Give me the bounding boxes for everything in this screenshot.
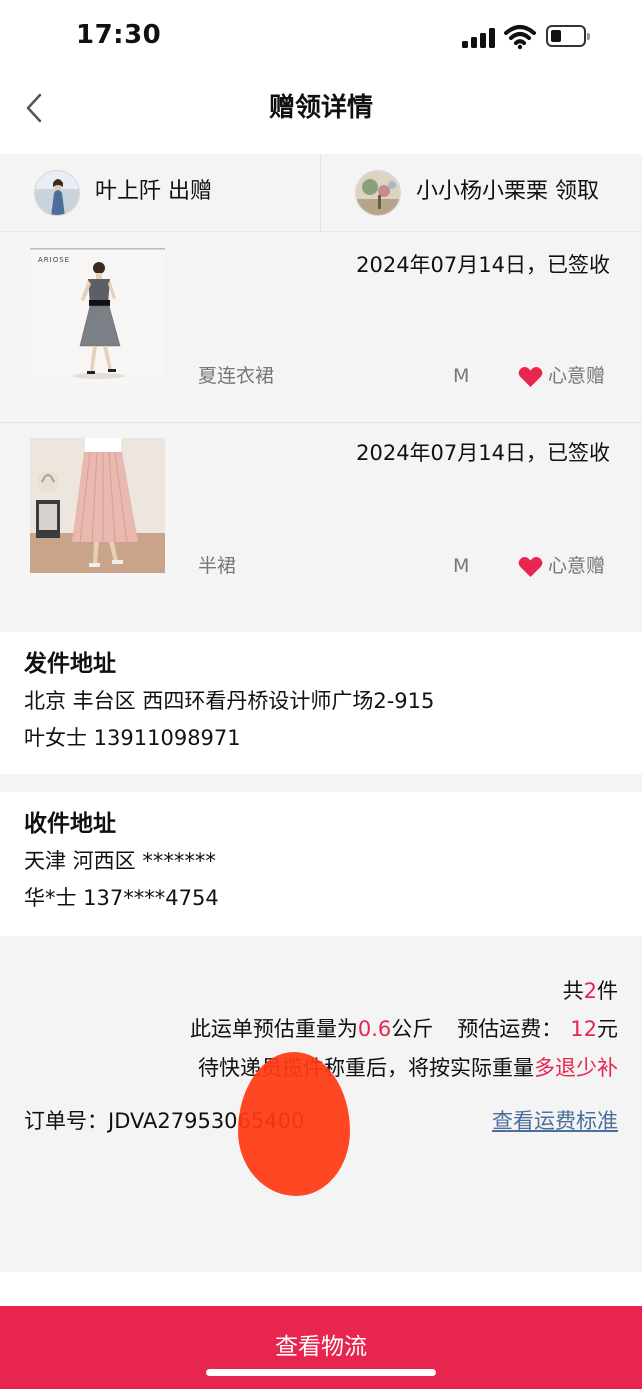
sender-address-line: 北京 丰台区 西四环看丹桥设计师广场2-915 (24, 689, 435, 713)
fee-value: 12 (570, 1017, 597, 1041)
receiver-label: 小小杨小栗栗 领取 (416, 179, 599, 204)
product-tag: 心意赠 (548, 365, 606, 387)
item-count-value: 2 (583, 979, 597, 1003)
wifi-icon (504, 25, 536, 50)
product-size: M (453, 365, 470, 387)
product-brand-text: ARIOSE (38, 256, 70, 264)
battery-icon (546, 25, 590, 47)
gift-detail-section: 叶上阡 出赠 小小杨小栗栗 领取 ARIOSE 2024年07月14日，已签收 … (0, 154, 642, 632)
section-gap (0, 774, 642, 792)
sender-contact: 叶女士 13911098971 (24, 726, 241, 750)
home-indicator[interactable] (206, 1369, 436, 1376)
product-name: 夏连衣裙 (198, 365, 275, 387)
view-logistics-label: 查看物流 (275, 1334, 367, 1360)
product-image[interactable]: ARIOSE (30, 248, 165, 383)
product-size: M (453, 555, 470, 577)
receiver-contact: 华*士 137****4754 (24, 886, 219, 910)
weight-fee-line: 此运单预估重量为0.6公斤 预估运费： 12元 (189, 1017, 618, 1041)
heart-icon (518, 557, 543, 577)
status-time: 17:30 (76, 20, 162, 50)
product-image[interactable] (30, 438, 165, 573)
view-logistics-button[interactable]: 查看物流 (0, 1306, 642, 1389)
receiver-address-line: 天津 河西区 ******* (24, 849, 216, 873)
settlement-highlight: 多退少补 (534, 1056, 618, 1080)
heart-icon (518, 367, 543, 387)
party-bar: 叶上阡 出赠 小小杨小栗栗 领取 (0, 154, 642, 232)
status-bar: 17:30 (0, 0, 642, 78)
receiver-address-title: 收件地址 (24, 811, 116, 837)
product-item[interactable]: ARIOSE 2024年07月14日，已签收 夏连衣裙 M 心意赠 (0, 232, 642, 422)
giver-avatar[interactable] (34, 170, 80, 216)
sender-address-title: 发件地址 (24, 651, 116, 677)
item-count: 共2件 (562, 979, 618, 1003)
party-divider (320, 154, 321, 232)
product-item[interactable]: 2024年07月14日，已签收 半裙 M 心意赠 (0, 422, 642, 612)
product-date-status: 2024年07月14日，已签收 (356, 253, 610, 277)
fee-label: 预估运费： (457, 1017, 563, 1041)
product-date-status: 2024年07月14日，已签收 (356, 441, 610, 465)
nav-bar: 赠领详情 (0, 78, 642, 154)
product-name: 半裙 (198, 555, 237, 577)
receiver-avatar[interactable] (355, 170, 401, 216)
product-tag: 心意赠 (548, 555, 606, 577)
giver-label: 叶上阡 出赠 (95, 179, 212, 204)
weight-value: 0.6 (357, 1017, 392, 1041)
page-title: 赠领详情 (268, 93, 373, 123)
sender-address-card: 发件地址 北京 丰台区 西四环看丹桥设计师广场2-915 叶女士 1391109… (0, 632, 642, 774)
signal-icon (462, 28, 496, 48)
fee-standard-link[interactable]: 查看运费标准 (492, 1106, 618, 1136)
receiver-address-card: 收件地址 天津 河西区 ******* 华*士 137****4754 (0, 792, 642, 936)
